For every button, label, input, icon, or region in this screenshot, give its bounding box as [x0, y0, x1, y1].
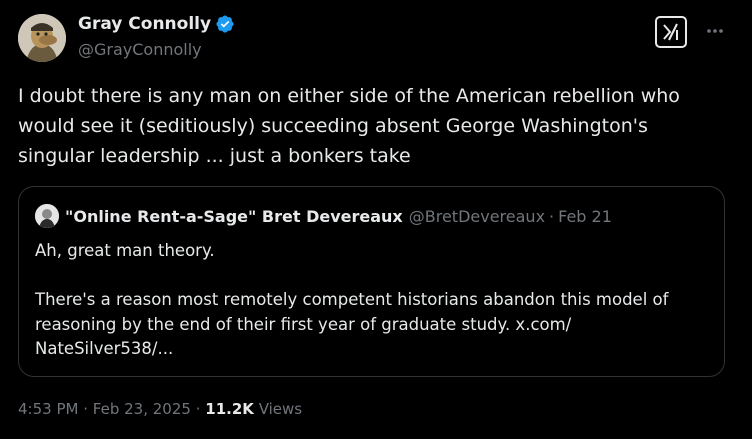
- tweet-text-line: I doubt there is any man on either side …: [18, 85, 680, 107]
- grok-icon: [663, 23, 678, 41]
- quote-text-line: Ah, great man theory.: [35, 241, 215, 260]
- quote-author-avatar[interactable]: [35, 204, 59, 228]
- verified-badge-icon: [215, 14, 235, 34]
- meta-separator: ·: [195, 400, 201, 418]
- author-name-row: Gray Connolly: [78, 14, 235, 34]
- quote-text: Ah, great man theory. There's a reason m…: [35, 239, 668, 362]
- quote-text-line: [35, 264, 668, 289]
- quote-separator: ·: [549, 206, 555, 226]
- author-avatar[interactable]: [18, 14, 66, 62]
- tweet-date[interactable]: Feb 23, 2025: [93, 400, 191, 418]
- meta-separator: ·: [83, 400, 89, 418]
- quoted-tweet-card[interactable]: "Online Rent-a-Sage" Bret Devereaux @Bre…: [18, 186, 725, 377]
- tweet-text-line: would see it (seditiously) succeeding ab…: [18, 115, 648, 137]
- quote-text-line: NateSilver538/...: [35, 339, 174, 358]
- avatar-image: [18, 14, 66, 62]
- views-count[interactable]: 11.2K: [205, 400, 254, 418]
- tweet-meta: 4:53 PM · Feb 23, 2025 · 11.2K Views: [18, 400, 302, 418]
- tweet-time[interactable]: 4:53 PM: [18, 400, 78, 418]
- quote-avatar-image: [35, 204, 59, 228]
- grok-button[interactable]: [655, 16, 687, 48]
- quote-author-handle[interactable]: @BretDevereaux: [409, 207, 545, 226]
- views-label: Views: [258, 400, 303, 418]
- tweet-text-line: singular leadership ... just a bonkers t…: [18, 145, 411, 167]
- author-display-name[interactable]: Gray Connolly: [78, 14, 211, 34]
- quote-author-name[interactable]: "Online Rent-a-Sage" Bret Devereaux: [65, 207, 403, 226]
- author-handle[interactable]: @GrayConnolly: [78, 40, 202, 59]
- quote-text-line: reasoning by the end of their first year…: [35, 314, 572, 334]
- tweet-text: I doubt there is any man on either side …: [18, 81, 718, 171]
- more-options-icon: [707, 29, 723, 33]
- quote-header: "Online Rent-a-Sage" Bret Devereaux @Bre…: [35, 204, 612, 228]
- quote-date[interactable]: Feb 21: [558, 207, 612, 226]
- quote-text-line: There's a reason most remotely competent…: [35, 290, 669, 309]
- more-options-button[interactable]: [702, 18, 728, 44]
